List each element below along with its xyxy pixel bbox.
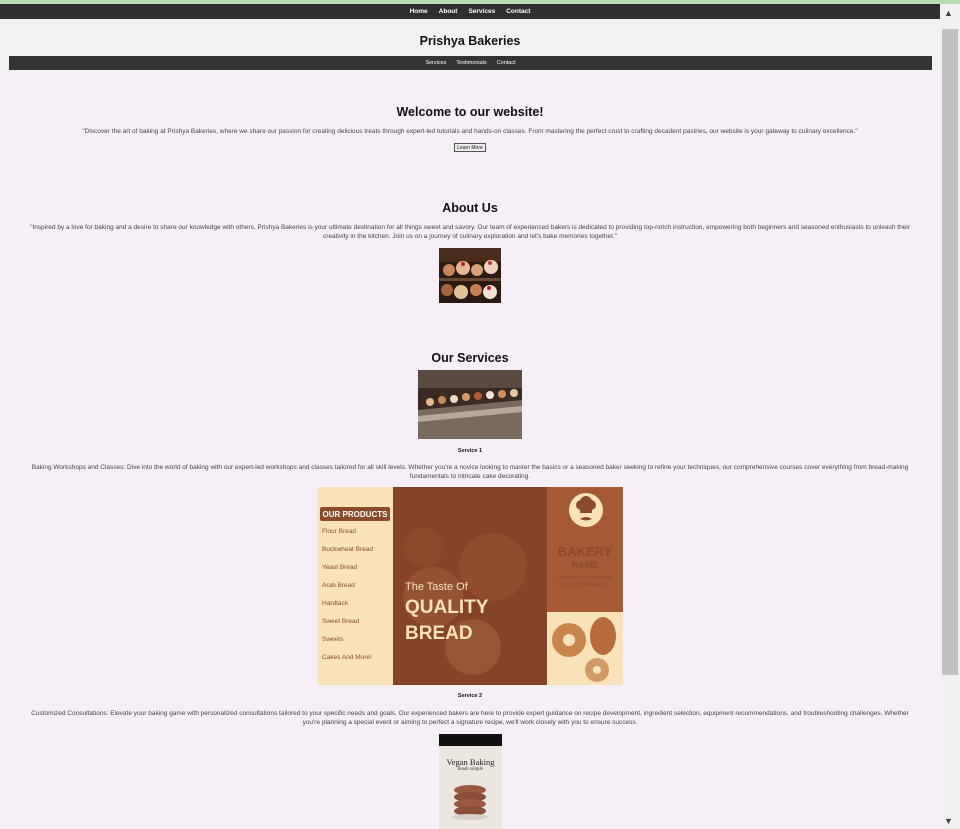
products-list: Flour Bread Buckwheat Bread Yeast Bread … [322, 525, 394, 669]
poster-tagline-bread: BREAD [405, 623, 473, 644]
poster-brand-name: NAME [571, 560, 599, 570]
chef-hat-icon [569, 493, 603, 527]
vertical-scrollbar[interactable]: ▲ ▼ [940, 4, 960, 829]
scroll-up-icon[interactable]: ▲ [944, 8, 953, 18]
poster-brand-sub: Delicious Treats From Your Local Bakers! [558, 575, 612, 588]
product-item: Sweets [322, 636, 344, 643]
nav-contact-link[interactable]: Contact [506, 8, 530, 15]
nav-about-link[interactable]: About [439, 8, 458, 15]
product-item: Buckwheat Bread [322, 546, 373, 553]
subnav-contact-link[interactable]: Contact [497, 60, 516, 66]
poster-tagline-small: The Taste Of [405, 581, 468, 593]
service-2-label: Service 2 [457, 693, 483, 699]
product-item: Cakes And More! [322, 654, 372, 661]
site-title: Prishya Bakeries [419, 34, 521, 48]
nav-services-link[interactable]: Services [468, 8, 495, 15]
pastry-display-image [439, 248, 501, 303]
donut-illustration [552, 617, 616, 682]
book-subtitle: made simple [457, 767, 484, 772]
products-heading: OUR PRODUCTS [320, 507, 390, 521]
services-title: Our Services [431, 351, 509, 365]
learn-more-button[interactable]: Learn More [454, 143, 486, 152]
product-item: Flour Bread [322, 528, 356, 535]
scrollbar-thumb[interactable] [942, 29, 958, 675]
nav-home-link[interactable]: Home [410, 8, 428, 15]
subnav-testimonials-link[interactable]: Testimonials [456, 60, 486, 66]
poster-tagline-quality: QUALITY [405, 597, 489, 618]
service-1-label: Service 1 [457, 448, 483, 454]
service-1-text: Baking Workshops and Classes: Dive into … [31, 464, 909, 480]
scroll-down-icon[interactable]: ▼ [944, 816, 953, 826]
product-item: Arab Bread [322, 582, 355, 589]
welcome-text: "Discover the art of baking at Prishya B… [82, 128, 858, 135]
vegan-baking-book-image: Vegan Baking made simple [439, 734, 502, 829]
about-title: About Us [442, 201, 498, 215]
product-item: Yeast Bread [322, 564, 358, 571]
product-item: Hardtack [322, 600, 349, 607]
top-nav: Home About Services Contact [0, 4, 940, 19]
about-text: "Inspired by a love for baking and a des… [30, 224, 910, 240]
book-title: Vegan Baking [446, 757, 495, 767]
main-content: Welcome to our website! "Discover the ar… [0, 70, 940, 829]
service-2-text: Customized Consultations: Elevate your b… [31, 710, 909, 726]
subnav-services-link[interactable]: Services [425, 60, 446, 66]
quality-bread-poster: OUR PRODUCTS Flour Bread Buckwheat Bread… [317, 487, 623, 685]
site-header: Prishya Bakeries Services Testimonials C… [0, 19, 940, 70]
poster-brand: BAKERY [557, 544, 613, 559]
welcome-title: Welcome to our website! [396, 105, 544, 119]
bakery-counter-image [418, 370, 522, 439]
secondary-nav: Services Testimonials Contact [9, 56, 932, 70]
product-item: Sweet Bread [322, 618, 360, 625]
